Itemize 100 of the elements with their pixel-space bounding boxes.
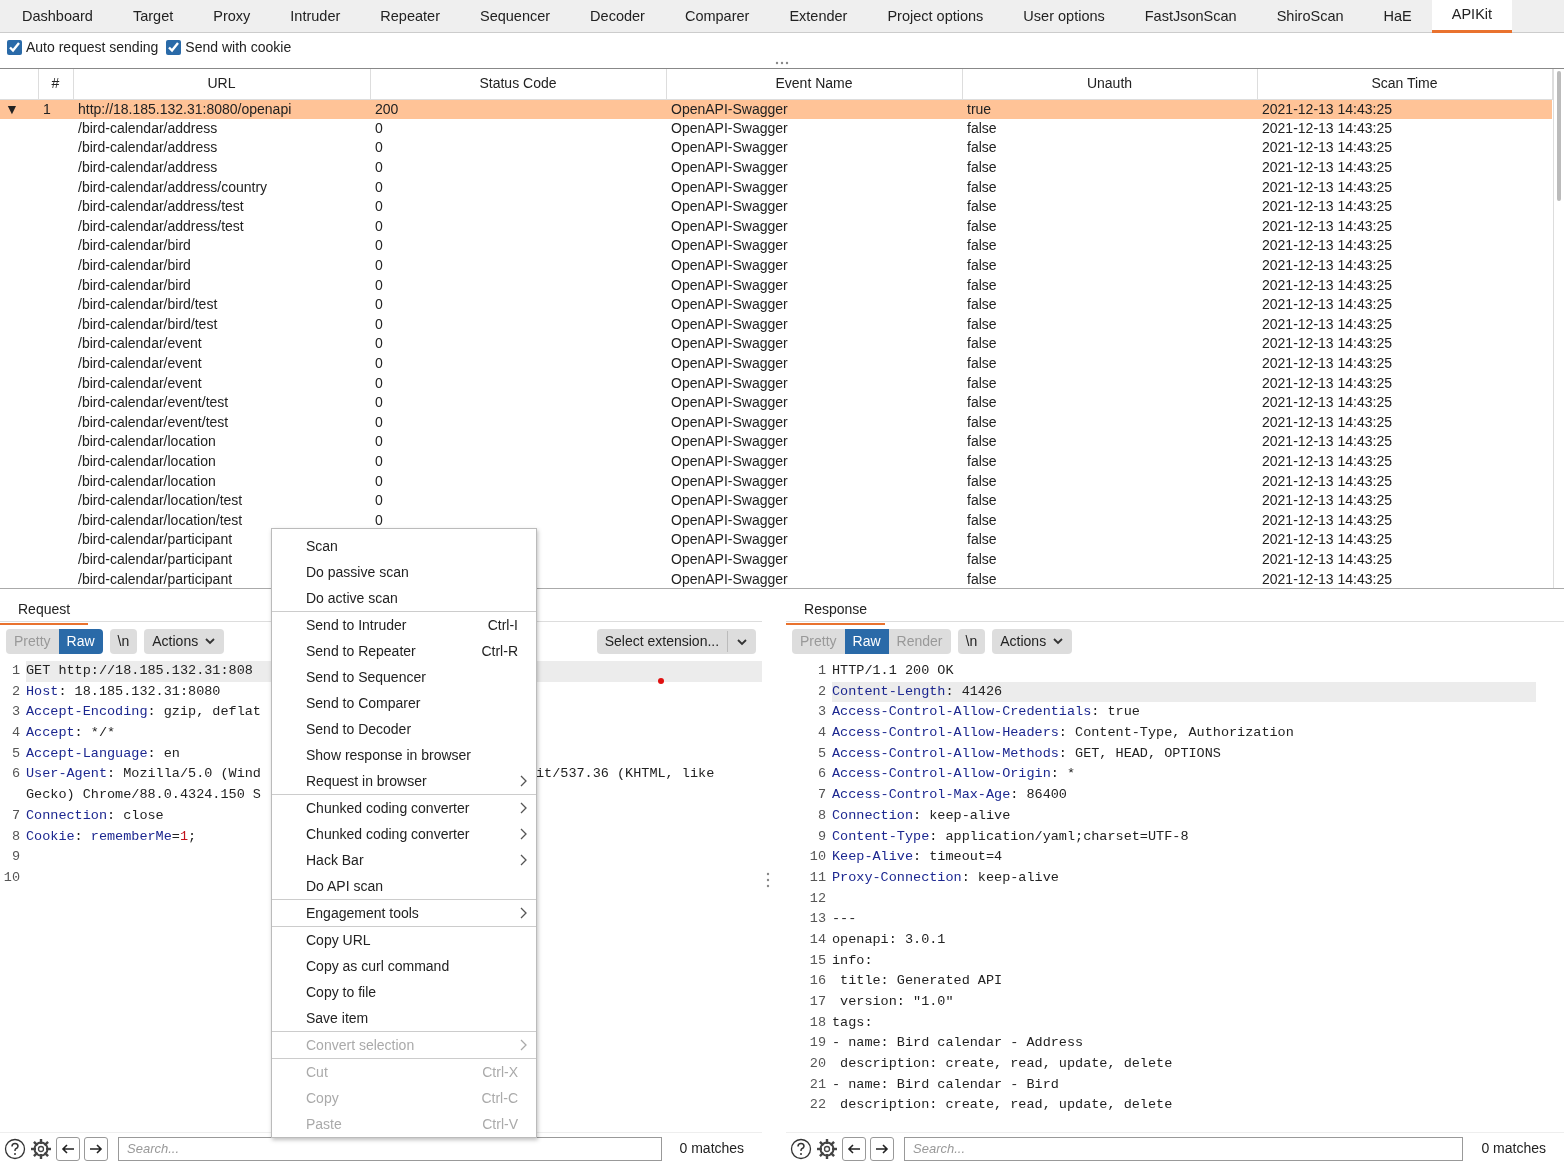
back-button[interactable]: [842, 1136, 866, 1161]
code-text: : keep-alive: [961, 868, 1059, 887]
header-name: Connection: [832, 806, 914, 825]
menu-item[interactable]: Request in browser: [272, 768, 536, 794]
code-text: openapi: 3.0.1: [832, 930, 946, 949]
code-text: : application/yaml;charset=UTF-8: [929, 827, 1189, 846]
panel-tab[interactable]: Response: [786, 595, 886, 625]
newline-button[interactable]: \n: [109, 628, 138, 654]
scrollbar[interactable]: [1552, 69, 1564, 588]
column-header[interactable]: Status Code: [370, 69, 666, 99]
column-header[interactable]: URL: [73, 69, 370, 99]
tab[interactable]: Decoder: [570, 0, 665, 33]
view-tab[interactable]: Raw: [58, 628, 103, 654]
table-cell: false: [967, 453, 997, 469]
tab[interactable]: Sequencer: [459, 0, 571, 33]
column-header[interactable]: Scan Time: [1257, 69, 1552, 99]
match-count: 0 matches: [678, 1139, 746, 1158]
menu-item[interactable]: Do active scan: [272, 585, 536, 611]
newline-button[interactable]: \n: [957, 628, 986, 654]
tab[interactable]: Proxy: [193, 0, 271, 33]
caret-icon: [204, 636, 217, 646]
header-name: Access-Control-Allow-Credentials: [832, 703, 1092, 722]
table-cell: 2021-12-13 14:43:25: [1262, 511, 1392, 528]
tab[interactable]: Extender: [769, 0, 868, 33]
actions-dropdown[interactable]: Actions: [992, 628, 1073, 654]
menu-item[interactable]: Chunked coding converter: [272, 821, 536, 847]
table-cell: true: [967, 100, 992, 117]
table-cell: /bird-calendar/address: [78, 139, 218, 156]
checkbox-label[interactable]: Auto request sending: [26, 36, 159, 58]
table-cell: OpenAPI-Swagger: [671, 433, 788, 450]
menu-item[interactable]: Copy to file: [272, 979, 536, 1005]
code-text: =: [171, 827, 180, 846]
table-cell: false: [967, 217, 997, 234]
line-number: 4: [816, 724, 827, 743]
tab[interactable]: Intruder: [270, 0, 361, 33]
code-text: - name: Bird calendar - Address: [832, 1034, 1084, 1053]
line-number: 20: [808, 1055, 827, 1074]
menu-item[interactable]: Copy URL: [272, 927, 536, 953]
tab[interactable]: User options: [1003, 0, 1125, 33]
menu-item[interactable]: Chunked coding converter: [272, 795, 536, 821]
panel-tab[interactable]: Request: [0, 595, 89, 625]
checkbox-label[interactable]: Send with cookie: [185, 36, 292, 58]
tab[interactable]: FastJsonScan: [1124, 0, 1257, 33]
menu-item[interactable]: Send to Intruder Ctrl-I: [272, 612, 536, 638]
menu-item[interactable]: Show response in browser: [272, 742, 536, 768]
drag-handle-icon[interactable]: [775, 61, 789, 65]
menu-item[interactable]: Save item: [272, 1005, 536, 1031]
table-cell: 2021-12-13 14:43:25: [1262, 159, 1392, 176]
table-cell: false: [967, 237, 997, 254]
menu-item[interactable]: Do API scan: [272, 873, 536, 899]
forward-button[interactable]: [84, 1136, 108, 1161]
tab[interactable]: Target: [112, 0, 194, 33]
table-cell: OpenAPI-Swagger: [671, 276, 788, 293]
tab[interactable]: Dashboard: [2, 0, 113, 33]
column-header[interactable]: Event Name: [666, 69, 962, 99]
code-text: : en: [147, 744, 180, 763]
table-cell: false: [967, 276, 997, 293]
menu-item[interactable]: Copy as curl command: [272, 953, 536, 979]
menu-item[interactable]: Hack Bar: [272, 847, 536, 873]
tab[interactable]: Repeater: [360, 0, 460, 33]
checkbox[interactable]: [7, 39, 22, 55]
search-field[interactable]: Search...: [904, 1136, 1464, 1161]
menu-item[interactable]: Send to Decoder: [272, 716, 536, 742]
table-cell: 0: [375, 178, 383, 195]
extension-select[interactable]: Select extension...: [596, 628, 757, 654]
actions-dropdown[interactable]: Actions: [144, 628, 225, 654]
view-tab[interactable]: Raw: [844, 628, 889, 654]
line-number: 22: [808, 1096, 827, 1115]
tab[interactable]: HaE: [1363, 0, 1432, 33]
table-cell: 2021-12-13 14:43:25: [1262, 531, 1392, 548]
table-cell: /bird-calendar/bird/test: [78, 315, 218, 332]
code-text: : *: [1050, 765, 1076, 784]
tab[interactable]: ShiroScan: [1256, 0, 1364, 33]
tab[interactable]: APIKit: [1431, 0, 1513, 33]
tab[interactable]: Project options: [867, 0, 1004, 33]
selected-row[interactable]: ▼ 1 http://18.185.132.31:8080/openapi 200 OpenAPI-Swagger true 2021-12-13 14:43:25: [0, 99, 1552, 119]
column-header[interactable]: Unauth: [962, 69, 1257, 99]
table-cell: 2021-12-13 14:43:25: [1262, 198, 1392, 215]
menu-item[interactable]: Send to Sequencer: [272, 664, 536, 690]
table-cell: /bird-calendar/bird: [78, 257, 191, 274]
table-cell: 0: [375, 217, 383, 234]
menu-item[interactable]: Scan: [272, 533, 536, 559]
back-button[interactable]: [56, 1136, 80, 1161]
menu-item[interactable]: Send to Repeater Ctrl-R: [272, 638, 536, 664]
table-cell: 0: [375, 511, 383, 528]
menu-item[interactable]: Send to Comparer: [272, 690, 536, 716]
drag-handle-icon[interactable]: [766, 871, 771, 888]
code-text: : 41426: [945, 682, 1003, 701]
menu-item[interactable]: Engagement tools: [272, 900, 536, 926]
table-cell: false: [967, 315, 997, 332]
checkbox[interactable]: [166, 39, 182, 55]
line-number: 4: [10, 724, 21, 743]
table-cell: 2021-12-13 14:43:25: [1262, 139, 1392, 156]
forward-button[interactable]: [870, 1136, 894, 1161]
column-header[interactable]: #: [38, 69, 73, 99]
header-name: Access-Control-Allow-Headers: [832, 724, 1059, 743]
menu-item[interactable]: Do passive scan: [272, 559, 536, 585]
search-field[interactable]: Search...: [118, 1136, 662, 1161]
table-cell: 2021-12-13 14:43:25: [1262, 492, 1392, 509]
tab[interactable]: Comparer: [664, 0, 770, 33]
